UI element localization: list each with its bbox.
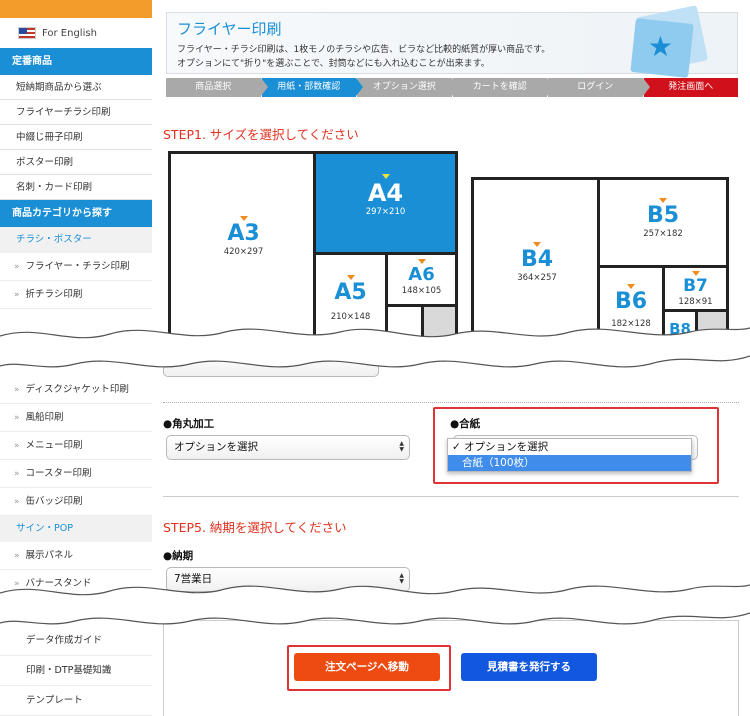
sidebar-child-coaster[interactable]: » コースター印刷 (0, 460, 152, 488)
paper-b4-label: B4 364×257 (474, 242, 600, 283)
section-divider (163, 402, 739, 403)
paper-b5-name: B5 (646, 203, 680, 228)
sidebar-child-menu[interactable]: » メニュー印刷 (0, 432, 152, 460)
paper-a6-label: A6 148×105 (388, 259, 455, 296)
order-page-button[interactable]: 注文ページへ移動 (294, 653, 440, 681)
step-login: ログイン (548, 78, 649, 97)
paper-b7-name: B7 (683, 276, 708, 296)
sidebar-heading-category: 商品カテゴリから探す (0, 200, 152, 227)
section-divider (163, 496, 739, 497)
english-link-label: For English (42, 27, 97, 39)
sidebar-child-label: コースター印刷 (25, 468, 92, 479)
paper-b5[interactable]: B5 257×182 (597, 177, 729, 268)
sidebar-guide-template[interactable]: テンプレート (0, 686, 152, 716)
page-title: フライヤー印刷 (177, 20, 282, 38)
deadline-label: ●納期 (163, 550, 194, 562)
dropdown-option-interleaf-100[interactable]: 合紙（100枚） (448, 455, 691, 471)
sidebar-child-balloon[interactable]: » 風船印刷 (0, 404, 152, 432)
chevron-right-icon: » (14, 441, 20, 451)
sidebar-subheading-flyer[interactable]: チラシ・ポスター (0, 227, 152, 253)
dropdown-option-label: オプションを選択 (464, 441, 549, 453)
issue-quote-button[interactable]: 見積書を発行する (461, 653, 597, 681)
sidebar-child-label: メニュー印刷 (25, 440, 83, 451)
sidebar-child-disc[interactable]: » ディスクジャケット印刷 (0, 376, 152, 404)
sidebar-heading-standard: 定番商品 (0, 48, 152, 75)
paper-b7-dim: 128×91 (678, 297, 713, 307)
chevron-right-icon: » (14, 262, 20, 272)
sidebar-child-label: フライヤー・チラシ印刷 (25, 261, 130, 272)
sidebar-guide-dtp[interactable]: 印刷・DTP基礎知識 (0, 656, 152, 686)
logo-strip (0, 0, 152, 18)
order-progress: 商品選択 用紙・部数確認 オプション選択 カートを確認 ログイン 発注画面へ (166, 78, 738, 97)
step-option-select: オプション選択 (357, 78, 458, 97)
sidebar-lower: » ディスクジャケット印刷 » 風船印刷 » メニュー印刷 » コースター印刷 » 缶バッ… (0, 376, 152, 598)
chevron-right-icon: » (14, 469, 20, 479)
sidebar-item-flyer[interactable]: フライヤーチラシ印刷 (0, 100, 152, 125)
sidebar-item-short-delivery[interactable]: 短納期商品から選ぶ (0, 75, 152, 100)
star-icon: ★ (647, 30, 673, 63)
product-banner: フライヤー印刷 フライヤー・チラシ印刷は、1枚モノのチラシや広告、ビラなど比較的… (166, 5, 738, 78)
sidebar-child-flyer[interactable]: » フライヤー・チラシ印刷 (0, 253, 152, 281)
paper-b4-dim: 364×257 (517, 273, 557, 283)
paper-b7[interactable]: B7 128×91 (662, 265, 729, 312)
paper-a6[interactable]: A6 148×105 (385, 252, 458, 307)
chevron-right-icon: » (14, 290, 20, 300)
paper-b7-label: B7 128×91 (665, 271, 726, 307)
paper-a3-name: A3 (227, 221, 260, 246)
step1-title: STEP1. サイズを選択してください (163, 127, 359, 142)
sidebar-child-label: 風船印刷 (25, 412, 64, 423)
paper-b6-name: B6 (614, 289, 648, 314)
sidebar-child-label: 缶バッジ印刷 (25, 496, 83, 507)
interleaf-label: ●合紙 (450, 418, 481, 430)
paper-a6-name: A6 (408, 264, 435, 285)
paper-a5-name: A5 (334, 280, 367, 305)
banner-description-1: フライヤー・チラシ印刷は、1枚モノのチラシや広告、ビラなど比較的紙質が厚い商品で… (177, 45, 551, 55)
corner-rounding-value: オプションを選択 (174, 441, 258, 453)
select-arrows-icon: ▲▼ (399, 440, 404, 453)
paper-b4-name: B4 (520, 247, 554, 272)
sidebar-item-poster[interactable]: ポスター印刷 (0, 150, 152, 175)
paper-b5-dim: 257×182 (643, 229, 683, 239)
check-icon: ✓ (452, 441, 465, 453)
sidebar-item-booklet[interactable]: 中綴じ冊子印刷 (0, 125, 152, 150)
sidebar-child-label: 展示パネル (25, 550, 74, 561)
dropdown-option-default[interactable]: ✓ オプションを選択 (448, 439, 691, 455)
chevron-right-icon: » (14, 413, 20, 423)
paper-a5-label: A5 210×148 (316, 275, 385, 322)
sidebar-child-fold-flyer[interactable]: » 折チラシ印刷 (0, 281, 152, 309)
paper-a6-dim: 148×105 (401, 286, 442, 296)
step-cart: カートを確認 (452, 78, 554, 97)
sidebar-child-label: ディスクジャケット印刷 (25, 384, 129, 395)
interleaf-dropdown: ✓ オプションを選択 合紙（100枚） (447, 438, 692, 472)
sidebar-child-label: 折チラシ印刷 (25, 289, 83, 300)
us-flag-icon (18, 27, 36, 39)
paper-a4-label: A4 297×210 (316, 174, 455, 217)
sidebar-guides: データ作成ガイド 印刷・DTP基礎知識 テンプレート (0, 626, 152, 716)
chevron-right-icon: » (14, 385, 20, 395)
flyer-illustration: ★ (629, 5, 721, 85)
paper-a3-label: A3 420×297 (171, 216, 316, 257)
paper-a3-dim: 420×297 (223, 247, 264, 257)
paper-a4[interactable]: A4 297×210 (313, 151, 458, 255)
banner-description-2: オプションにて"折り"を選ぶことで、封筒などにも入れ込むことが出来ます。 (177, 59, 490, 69)
step5-title: STEP5. 納期を選択してください (163, 520, 347, 535)
paper-a4-name: A4 (367, 179, 404, 207)
corner-rounding-select[interactable]: オプションを選択 ▲ ▼ (166, 435, 410, 460)
english-link[interactable]: For English (0, 18, 152, 48)
chevron-right-icon: » (14, 497, 20, 507)
page-break-tear (0, 327, 750, 368)
chevron-right-icon: » (14, 551, 20, 561)
corner-rounding-label: ●角丸加工 (163, 418, 215, 430)
paper-b5-label: B5 257×182 (600, 198, 726, 239)
page-break-tear (0, 584, 750, 625)
sidebar-item-card[interactable]: 名刺・カード印刷 (0, 175, 152, 200)
sidebar-child-badge[interactable]: » 缶バッジ印刷 (0, 488, 152, 516)
step-product-select: 商品選択 (166, 78, 267, 97)
step-order-screen: 発注画面へ (643, 78, 738, 97)
step-paper-quantity: 用紙・部数確認 (261, 78, 363, 97)
paper-a4-dim: 297×210 (365, 207, 406, 217)
sidebar-child-panel[interactable]: » 展示パネル (0, 542, 152, 570)
sidebar-subheading-sign[interactable]: サイン・POP (0, 516, 152, 542)
